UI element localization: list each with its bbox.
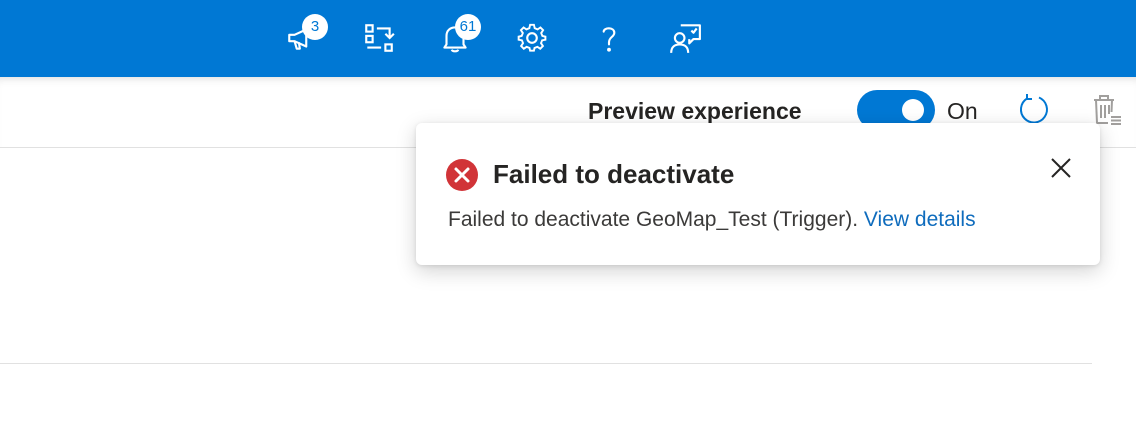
feedback-person-icon[interactable] (665, 18, 705, 58)
close-icon[interactable] (1046, 153, 1076, 183)
gear-icon[interactable] (512, 18, 552, 58)
bell-icon[interactable]: 61 (435, 14, 481, 58)
error-notification-toast: Failed to deactivate Failed to deactivat… (416, 123, 1100, 265)
notification-title: Failed to deactivate (493, 159, 735, 189)
megaphone-badge: 3 (302, 14, 328, 40)
content-divider (0, 363, 1092, 364)
toggle-state-label: On (947, 98, 978, 124)
notification-message: Failed to deactivate GeoMap_Test (Trigge… (448, 208, 859, 231)
question-icon[interactable] (589, 18, 629, 58)
error-icon (446, 159, 478, 191)
top-header-bar: 3 61 (0, 0, 1136, 77)
toggle-knob (902, 99, 924, 121)
view-details-link[interactable]: View details (864, 208, 976, 231)
switch-directory-icon[interactable] (359, 18, 399, 58)
preview-experience-label: Preview experience (588, 98, 802, 124)
megaphone-icon[interactable]: 3 (282, 14, 328, 58)
bell-badge: 61 (455, 14, 481, 40)
notification-body: Failed to deactivate GeoMap_Test (Trigge… (448, 208, 976, 232)
